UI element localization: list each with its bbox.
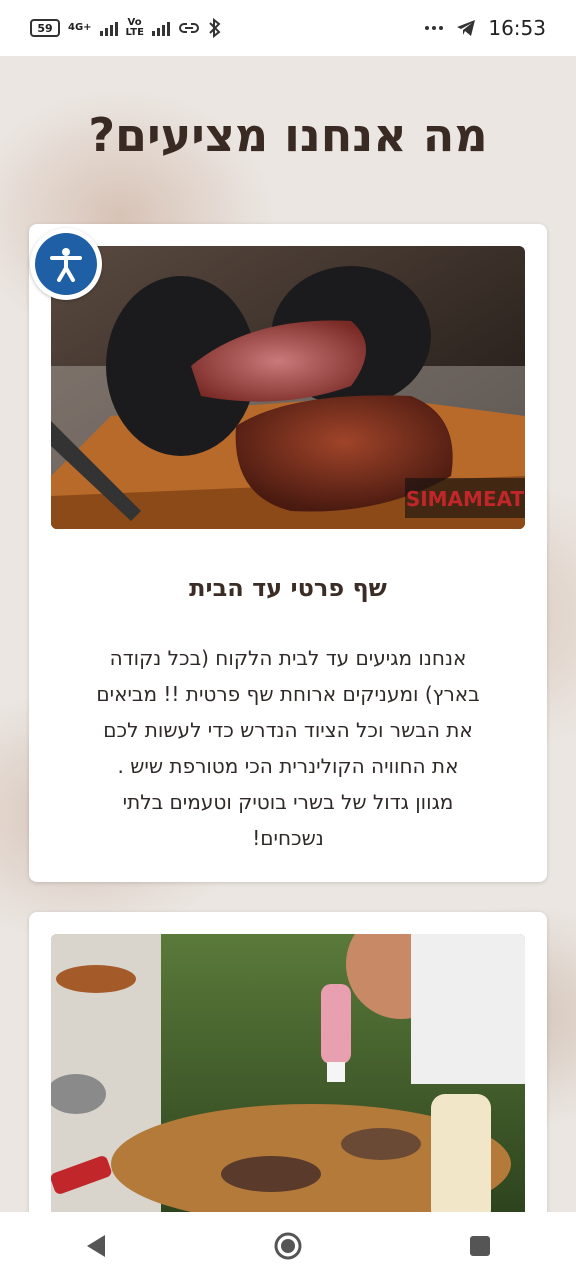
svg-text:SIMAMEAT: SIMAMEAT (406, 487, 525, 511)
service-card-private-chef: SIMAMEAT שף פרטי עד הבית אנחנו מגיעים עד… (29, 224, 547, 882)
service-card-grill (29, 912, 547, 1232)
card-description: אנחנו מגיעים עד לבית הלקוח (בכל נקודה בא… (96, 646, 480, 850)
page-title: מה אנחנו מציעים? (88, 108, 488, 162)
chef-meat-photo: SIMAMEAT (51, 246, 525, 529)
photo-illustration (51, 934, 525, 1232)
recents-icon (470, 1236, 490, 1256)
card-heading: שף פרטי עד הבית (189, 574, 387, 602)
photo-illustration: SIMAMEAT (51, 246, 525, 529)
chef-plating-photo (51, 934, 525, 1232)
more-icon (425, 26, 444, 30)
status-bar: 59 4G+ Vo LTE 16:53 (0, 0, 576, 56)
home-button[interactable] (258, 1216, 318, 1276)
signal-icon (99, 20, 118, 36)
back-icon (87, 1235, 105, 1257)
network-type: 4G+ (68, 22, 92, 33)
status-right: 16:53 (424, 16, 546, 40)
battery-level: 59 (37, 21, 53, 35)
back-button[interactable] (66, 1216, 126, 1276)
signal-icon (151, 20, 170, 36)
status-left: 59 4G+ Vo LTE (30, 18, 222, 38)
telegram-icon (457, 20, 476, 36)
bluetooth-icon (208, 18, 221, 38)
accessibility-icon (35, 233, 97, 295)
accessibility-button[interactable] (30, 228, 102, 300)
link-icon (178, 23, 199, 33)
volte-label: Vo LTE (125, 17, 144, 38)
recents-button[interactable] (450, 1216, 510, 1276)
clock: 16:53 (488, 16, 546, 40)
simameat-logo: SIMAMEAT (405, 478, 525, 518)
home-icon (274, 1232, 302, 1260)
battery-icon: 59 (30, 19, 60, 37)
system-nav-bar (0, 1212, 576, 1280)
